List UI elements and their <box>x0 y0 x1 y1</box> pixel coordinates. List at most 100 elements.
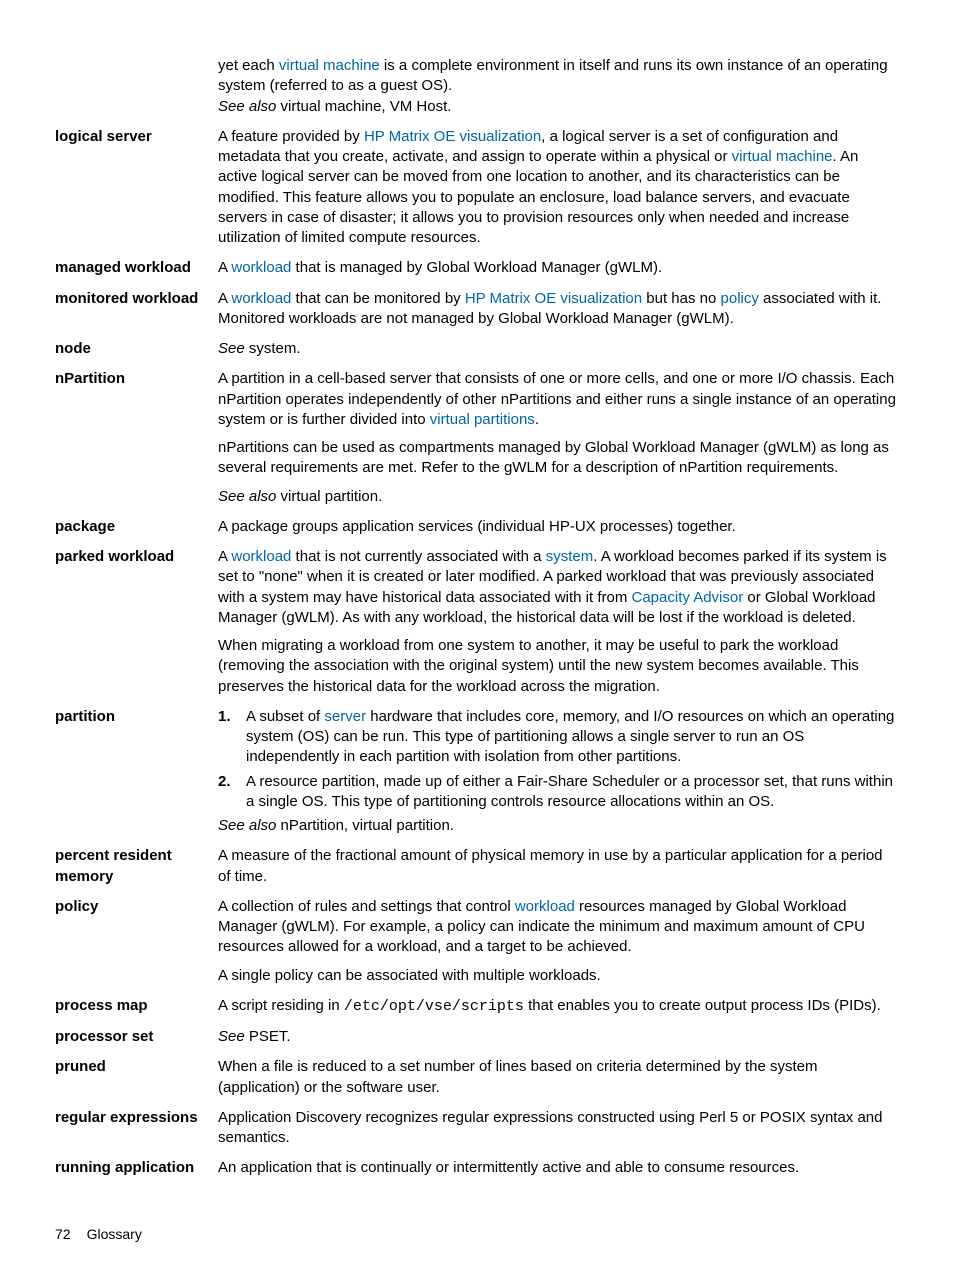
link-workload[interactable]: workload <box>515 898 575 915</box>
link-virtual-machine[interactable]: virtual machine <box>732 148 833 165</box>
see-also-target: nPartition, virtual partition. <box>276 817 454 834</box>
term-pruned: pruned <box>55 1057 218 1077</box>
link-virtual-partitions[interactable]: virtual partitions <box>430 411 535 428</box>
path-text: /etc/opt/vse/scripts <box>344 998 524 1015</box>
definition-continuation: yet each virtual machine is a complete e… <box>218 56 899 123</box>
term-process-map: process map <box>55 996 218 1016</box>
see-also-label: See also <box>218 488 276 505</box>
text: A <box>218 548 231 565</box>
definition-parked-workload: A workload that is not currently associa… <box>218 547 899 703</box>
text: A measure of the fractional amount of ph… <box>218 846 899 887</box>
definition-running-application: An application that is continually or in… <box>218 1158 899 1184</box>
text: Application Discovery recognizes regular… <box>218 1108 899 1149</box>
see-label: See <box>218 340 245 357</box>
definition-node: See system. <box>218 339 899 365</box>
definition-processor-set: See PSET. <box>218 1027 899 1053</box>
glossary-entry-parked-workload: parked workload A workload that is not c… <box>55 547 899 703</box>
see-label: See <box>218 1028 245 1045</box>
glossary-entry-regular-expressions: regular expressions Application Discover… <box>55 1108 899 1155</box>
link-virtual-machine[interactable]: virtual machine <box>279 57 380 74</box>
numbered-list: A subset of server hardware that include… <box>218 707 899 812</box>
see-target: PSET. <box>245 1028 291 1045</box>
text: A <box>218 290 231 307</box>
page-footer: 72 Glossary <box>55 1225 899 1244</box>
list-item: A subset of server hardware that include… <box>218 707 899 768</box>
definition-logical-server: A feature provided by HP Matrix OE visua… <box>218 127 899 255</box>
see-also-target: virtual partition. <box>276 488 382 505</box>
link-workload[interactable]: workload <box>231 548 291 565</box>
term-node: node <box>55 339 218 359</box>
text: A script residing in <box>218 997 344 1014</box>
text: A partition in a cell-based server that … <box>218 370 896 428</box>
glossary-entry-npartition: nPartition A partition in a cell-based s… <box>55 369 899 513</box>
text: that is managed by Global Workload Manag… <box>291 259 662 276</box>
definition-pruned: When a file is reduced to a set number o… <box>218 1057 899 1104</box>
text: yet each <box>218 57 279 74</box>
definition-percent-resident-memory: A measure of the fractional amount of ph… <box>218 846 899 893</box>
glossary-entry-partition: partition A subset of server hardware th… <box>55 707 899 843</box>
section-title: Glossary <box>87 1226 142 1242</box>
glossary-entry-monitored-workload: monitored workload A workload that can b… <box>55 289 899 336</box>
text: When migrating a workload from one syste… <box>218 636 899 697</box>
term-percent-resident-memory: percent resident memory <box>55 846 218 887</box>
glossary-entry-pruned: pruned When a file is reduced to a set n… <box>55 1057 899 1104</box>
see-target: system. <box>245 340 301 357</box>
term-npartition: nPartition <box>55 369 218 389</box>
definition-npartition: A partition in a cell-based server that … <box>218 369 899 513</box>
glossary-entry-package: package A package groups application ser… <box>55 517 899 543</box>
term-regular-expressions: regular expressions <box>55 1108 218 1128</box>
definition-process-map: A script residing in /etc/opt/vse/script… <box>218 996 899 1023</box>
link-hp-matrix-oe-visualization[interactable]: HP Matrix OE visualization <box>364 128 541 145</box>
link-capacity-advisor[interactable]: Capacity Advisor <box>632 589 744 606</box>
link-hp-matrix-oe-visualization[interactable]: HP Matrix OE visualization <box>465 290 642 307</box>
text: but has no <box>642 290 720 307</box>
link-policy[interactable]: policy <box>721 290 759 307</box>
glossary-entry-processor-set: processor set See PSET. <box>55 1027 899 1053</box>
see-also-label: See also <box>218 98 276 115</box>
definition-regular-expressions: Application Discovery recognizes regular… <box>218 1108 899 1155</box>
term-parked-workload: parked workload <box>55 547 218 567</box>
definition-partition: A subset of server hardware that include… <box>218 707 899 843</box>
see-also-label: See also <box>218 817 276 834</box>
link-workload[interactable]: workload <box>231 259 291 276</box>
glossary-entry-logical-server: logical server A feature provided by HP … <box>55 127 899 255</box>
glossary-entry-percent-resident-memory: percent resident memory A measure of the… <box>55 846 899 893</box>
see-also-targets: virtual machine, VM Host. <box>276 98 451 115</box>
term-logical-server: logical server <box>55 127 218 147</box>
link-system[interactable]: system <box>546 548 594 565</box>
definition-package: A package groups application services (i… <box>218 517 899 543</box>
glossary-entry-managed-workload: managed workload A workload that is mana… <box>55 258 899 284</box>
text: A <box>218 259 231 276</box>
definition-managed-workload: A workload that is managed by Global Wor… <box>218 258 899 284</box>
text: that enables you to create output proces… <box>524 997 881 1014</box>
link-workload[interactable]: workload <box>231 290 291 307</box>
glossary-entry-node: node See system. <box>55 339 899 365</box>
text: nPartitions can be used as compartments … <box>218 438 899 479</box>
text: An application that is continually or in… <box>218 1158 899 1178</box>
definition-monitored-workload: A workload that can be monitored by HP M… <box>218 289 899 336</box>
glossary-entry-process-map: process map A script residing in /etc/op… <box>55 996 899 1023</box>
text: A collection of rules and settings that … <box>218 898 515 915</box>
text: A subset of <box>246 708 324 725</box>
page-number: 72 <box>55 1226 71 1242</box>
text: . <box>535 411 539 428</box>
term-partition: partition <box>55 707 218 727</box>
text: that is not currently associated with a <box>291 548 545 565</box>
text: A package groups application services (i… <box>218 517 899 537</box>
text: A single policy can be associated with m… <box>218 966 899 986</box>
term-package: package <box>55 517 218 537</box>
glossary-entry-policy: policy A collection of rules and setting… <box>55 897 899 992</box>
term-monitored-workload: monitored workload <box>55 289 218 309</box>
text: When a file is reduced to a set number o… <box>218 1057 899 1098</box>
glossary-entry-continuation: yet each virtual machine is a complete e… <box>55 56 899 123</box>
link-server[interactable]: server <box>324 708 366 725</box>
term-managed-workload: managed workload <box>55 258 218 278</box>
term-running-application: running application <box>55 1158 218 1178</box>
glossary-entry-running-application: running application An application that … <box>55 1158 899 1184</box>
text: A feature provided by <box>218 128 364 145</box>
term-processor-set: processor set <box>55 1027 218 1047</box>
list-item: A resource partition, made up of either … <box>218 772 899 813</box>
text: that can be monitored by <box>291 290 464 307</box>
term-policy: policy <box>55 897 218 917</box>
definition-policy: A collection of rules and settings that … <box>218 897 899 992</box>
